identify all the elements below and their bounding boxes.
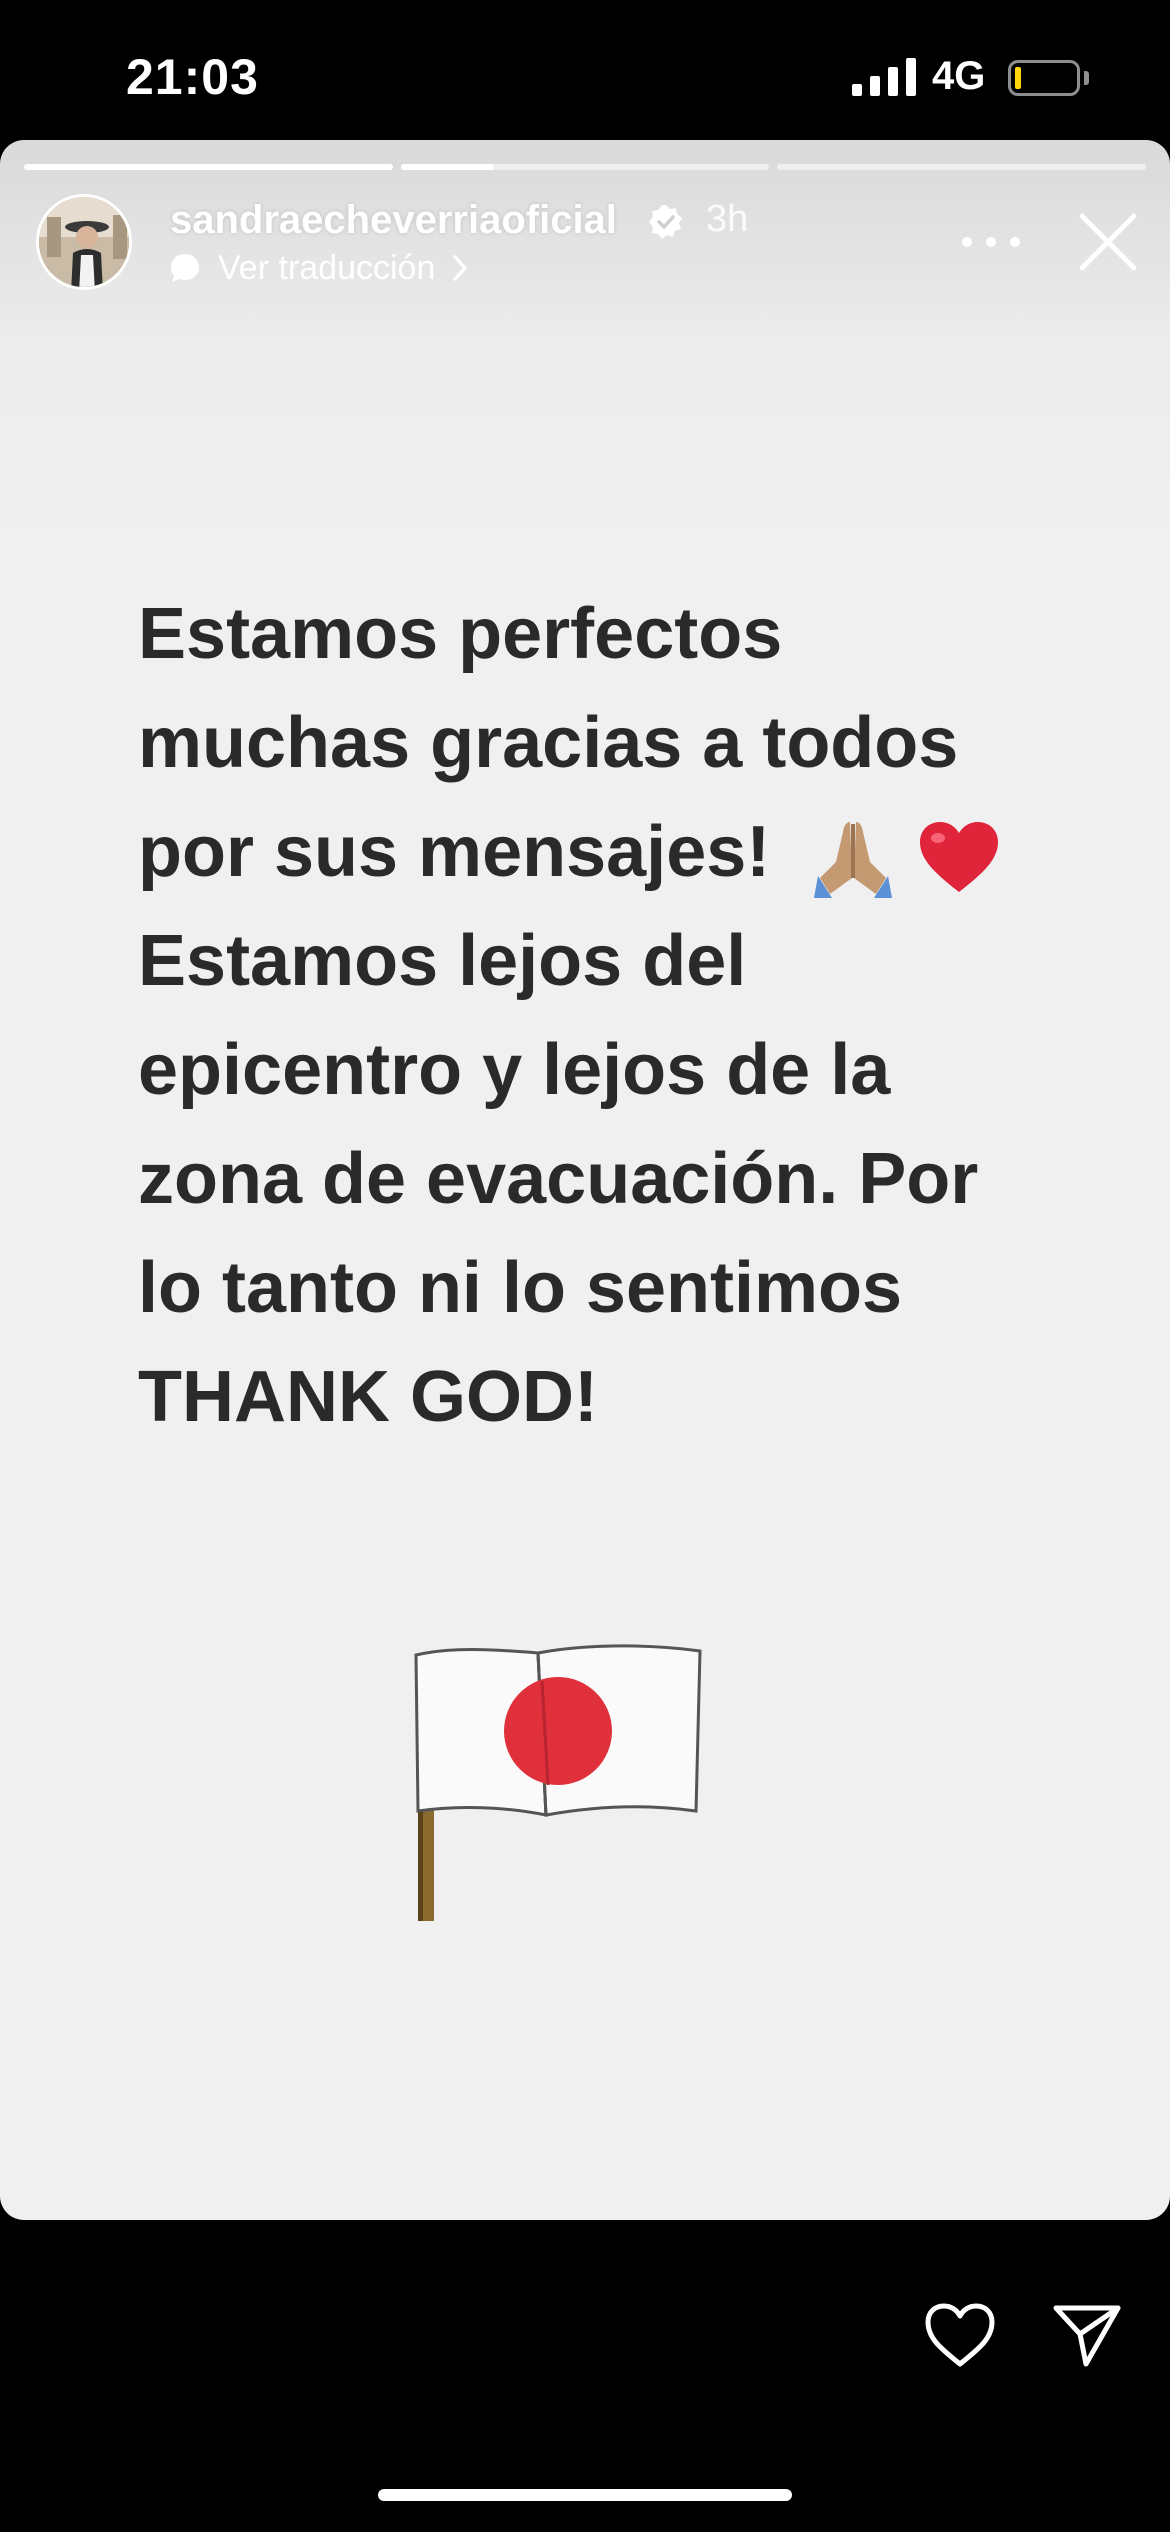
close-icon[interactable] xyxy=(1076,210,1140,274)
story-progress xyxy=(24,164,1147,170)
battery-icon xyxy=(1008,60,1080,96)
username[interactable]: sandraecheverriaoficial xyxy=(170,198,617,243)
story-line: por sus mensajes! xyxy=(138,812,771,892)
story-card[interactable]: sandraecheverriaoficial 3h Ver traducció… xyxy=(0,140,1170,2220)
red-heart-emoji-icon xyxy=(920,821,999,892)
story-line: lo tanto ni lo sentimos xyxy=(138,1248,903,1328)
post-time: 3h xyxy=(706,198,749,240)
status-bar: 21:03 4G xyxy=(0,0,1170,140)
story-text: Estamos perfectos muchas gracias a todos… xyxy=(138,580,1098,1452)
translate-bubble-icon xyxy=(171,254,199,282)
heart-icon[interactable] xyxy=(922,2300,998,2370)
translate-link[interactable]: Ver traducción xyxy=(168,246,469,290)
story-line: Estamos lejos del xyxy=(138,921,747,1001)
network-type: 4G xyxy=(932,54,986,98)
japan-flag-sticker-icon xyxy=(414,1644,702,1921)
story-line: THANK GOD! xyxy=(138,1357,598,1437)
battery-level xyxy=(1015,67,1021,89)
battery-tip xyxy=(1084,71,1089,85)
signal-icon xyxy=(852,58,916,96)
progress-fill xyxy=(24,164,393,170)
verified-badge-icon xyxy=(649,205,682,239)
status-time: 21:03 xyxy=(126,49,259,105)
translate-label: Ver traducción xyxy=(218,248,436,287)
progress-segment xyxy=(777,164,1147,170)
progress-segment xyxy=(400,164,770,170)
story-line: zona de evacuación. Por xyxy=(138,1139,979,1219)
home-indicator[interactable] xyxy=(378,2489,792,2501)
send-icon[interactable] xyxy=(1052,2302,1122,2368)
chevron-right-icon xyxy=(453,255,468,281)
progress-segment xyxy=(24,164,393,170)
story-line-with-emoji: por sus mensajes! xyxy=(138,798,1098,907)
story-line: Estamos perfectos xyxy=(138,594,783,674)
folded-hands-emoji-icon xyxy=(814,821,893,898)
story-line: muchas gracias a todos xyxy=(138,703,959,783)
progress-fill xyxy=(400,164,493,170)
story-line: epicentro y lejos de la xyxy=(138,1030,891,1110)
avatar[interactable] xyxy=(36,194,132,290)
more-options-icon[interactable] xyxy=(958,232,1024,252)
avatar-image xyxy=(39,197,129,287)
